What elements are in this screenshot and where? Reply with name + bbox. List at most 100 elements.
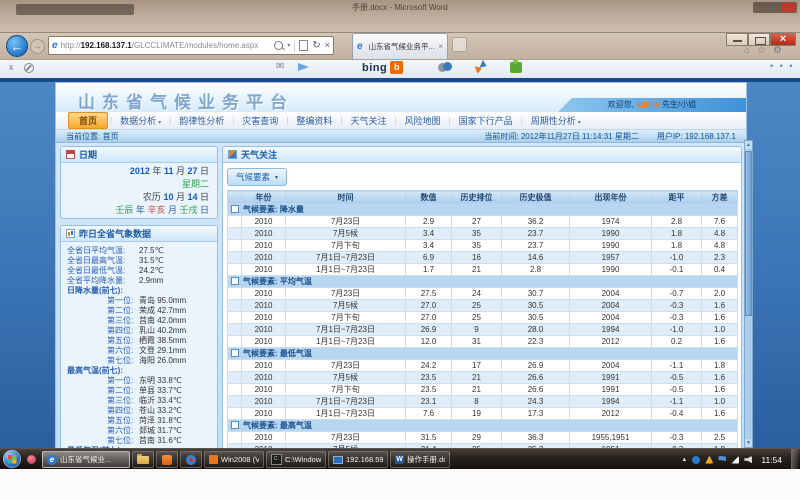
taskbar-button-rdp[interactable]: 192.168.59.99...: [328, 451, 388, 468]
group-checkbox[interactable]: [231, 277, 239, 285]
gear-icon[interactable]: ⚙: [773, 45, 782, 56]
table-row[interactable]: 20107月23日2.92736.219742.87.6: [228, 216, 738, 228]
compatibility-view-icon[interactable]: [299, 40, 308, 51]
taskbar-button-app-orange[interactable]: [156, 451, 178, 468]
scroll-down-icon[interactable]: ▼: [745, 439, 752, 447]
more-options-icon[interactable]: • • •: [770, 61, 794, 71]
send-icon[interactable]: [298, 63, 309, 71]
table-cell: 2.9: [406, 216, 452, 228]
url-text[interactable]: http://192.168.137.1/GLCCLIMATE/modules/…: [61, 41, 273, 50]
nav-item-2[interactable]: 数据分析▾: [112, 114, 169, 127]
new-tab-button[interactable]: [452, 37, 467, 52]
envelope-icon[interactable]: ✉: [276, 61, 284, 72]
table-row[interactable]: 20107月下旬27.02530.52004-0.31.6: [228, 312, 738, 324]
table-row[interactable]: 20107月1日~7月23日6.91614.61957-1.02.3: [228, 252, 738, 264]
nav-item-1[interactable]: 首页: [68, 112, 108, 129]
volume-icon[interactable]: [744, 456, 752, 464]
table-cell: 1955,1951: [570, 432, 652, 444]
taskbar-button-folder[interactable]: [132, 451, 154, 468]
table-cell: 7月下旬: [286, 312, 406, 324]
address-dropdown-icon[interactable]: ▾: [287, 42, 290, 49]
start-button[interactable]: [3, 450, 21, 468]
table-cell: 21: [452, 264, 502, 276]
nav-item-6[interactable]: 天气关注: [342, 114, 394, 127]
stop-icon[interactable]: ×: [325, 41, 330, 50]
table-row[interactable]: 20101月1日~7月23日1.7212.81990-0.10.4: [228, 264, 738, 276]
table-cell: 24: [452, 288, 502, 300]
tab-close-icon[interactable]: ×: [438, 42, 443, 51]
table-row[interactable]: 20107月下旬3.43523.719901.84.8: [228, 240, 738, 252]
table-row[interactable]: 20107月1日~7月23日26.9928.01994-1.01.0: [228, 324, 738, 336]
table-cell: 2010: [242, 252, 286, 264]
page-scrollbar[interactable]: ▲ ▼: [744, 140, 753, 448]
table-cell: -0.4: [652, 408, 702, 420]
group-header-row: 气候要素: 降水量: [228, 204, 738, 216]
table-cell: 2010: [242, 360, 286, 372]
table-row[interactable]: 20101月1日~7月23日7.61917.32012-0.41.6: [228, 408, 738, 420]
table-cell: 17.3: [502, 408, 570, 420]
tray-warning-icon[interactable]: [705, 456, 713, 464]
table-cell: 35: [452, 228, 502, 240]
table-row[interactable]: 20107月23日27.52430.72004-0.72.0: [228, 288, 738, 300]
pinned-app-icon[interactable]: [27, 455, 36, 464]
table-row[interactable]: 20107月1日~7月23日23.1824.31994-1.11.0: [228, 396, 738, 408]
network-icon[interactable]: [731, 456, 739, 464]
nav-item-3[interactable]: 韵律性分析: [171, 114, 232, 127]
taskbar-button-vs[interactable]: Win2008 (VS2...: [204, 451, 264, 468]
group-checkbox[interactable]: [231, 421, 239, 429]
toolbar-close-icon[interactable]: x: [9, 62, 14, 72]
home-icon[interactable]: ⌂: [744, 45, 750, 56]
ie-icon: [47, 455, 57, 465]
table-cell: -0.1: [652, 264, 702, 276]
bing-logo[interactable]: bing b: [362, 61, 403, 74]
nav-item-4[interactable]: 灾害查询: [234, 114, 286, 127]
table-row[interactable]: 20107月23日24.21726.92004-1.11.8: [228, 360, 738, 372]
table-cell: 1.8: [652, 240, 702, 252]
coins-icon[interactable]: [438, 62, 451, 73]
tray-expand-icon[interactable]: ▲: [681, 457, 687, 463]
forward-button[interactable]: →: [30, 39, 45, 54]
table-cell: 1974: [570, 216, 652, 228]
page-container: 山东省气候业务平台 欢迎您, admin 先生/小姐 首页|数据分析▾|韵律性分…: [55, 82, 747, 448]
table-row[interactable]: 20107月5候27.02530.52004-0.31.6: [228, 300, 738, 312]
bird-icon[interactable]: [476, 61, 488, 73]
weather-table: 年份时间数值历史排位历史极值出现年份距平方差气候要素: 降水量20107月23日…: [227, 190, 738, 448]
table-row[interactable]: 20107月23日31.52936.31955,1951-0.32.5: [228, 432, 738, 444]
back-button[interactable]: ←: [6, 35, 28, 57]
group-checkbox[interactable]: [231, 349, 239, 357]
table-cell: 26.6: [502, 372, 570, 384]
table-row[interactable]: 20107月5候3.43523.719901.84.8: [228, 228, 738, 240]
group-header-row: 气候要素: 最高气温: [228, 420, 738, 432]
calendar-panel-title: 日期: [79, 148, 97, 161]
webpage: 山东省气候业务平台 欢迎您, admin 先生/小姐 首页|数据分析▾|韵律性分…: [0, 78, 800, 448]
scroll-up-icon[interactable]: ▲: [745, 141, 752, 149]
nav-item-5[interactable]: 整编资料: [288, 114, 340, 127]
table-cell: 30.5: [502, 312, 570, 324]
search-icon[interactable]: [274, 41, 283, 50]
table-row[interactable]: 20107月下旬23.52126.61991-0.51.6: [228, 384, 738, 396]
table-row[interactable]: 20101月1日~7月23日12.03122.320120.21.6: [228, 336, 738, 348]
scrollbar-thumb[interactable]: [745, 151, 752, 316]
refresh-icon[interactable]: ↻: [312, 41, 320, 51]
table-cell: -0.3: [652, 312, 702, 324]
show-desktop-button[interactable]: [791, 449, 798, 470]
taskbar-button-media[interactable]: [180, 451, 202, 468]
tray-flag-icon[interactable]: [718, 456, 726, 464]
star-icon[interactable]: ☆: [757, 45, 766, 56]
browser-tab[interactable]: e 山东省气候业务平... ×: [352, 33, 448, 59]
table-row[interactable]: 20107月5候23.52126.61991-0.51.6: [228, 372, 738, 384]
windows-logo-icon: [8, 455, 12, 459]
taskbar-button-cmd[interactable]: C:\Windows\s...: [266, 451, 326, 468]
tray-ie-icon[interactable]: [692, 456, 700, 464]
group-checkbox[interactable]: [231, 205, 239, 213]
taskbar-button-ie[interactable]: 山东省气候业...: [42, 451, 130, 468]
table-cell: 2.8: [502, 264, 570, 276]
puzzle-icon[interactable]: [510, 62, 522, 73]
nav-item-7[interactable]: 风险地图: [397, 114, 449, 127]
address-bar[interactable]: e http://192.168.137.1/GLCCLIMATE/module…: [48, 36, 334, 55]
taskbar-button-word[interactable]: 操作手册.docx ..: [390, 451, 450, 468]
nav-item-9[interactable]: 周期性分析▾: [523, 114, 589, 127]
nav-item-8[interactable]: 国家下行产品: [451, 114, 521, 127]
taskbar-clock[interactable]: 11:54: [757, 455, 786, 465]
climate-element-button[interactable]: 气候要素▾: [227, 168, 287, 186]
